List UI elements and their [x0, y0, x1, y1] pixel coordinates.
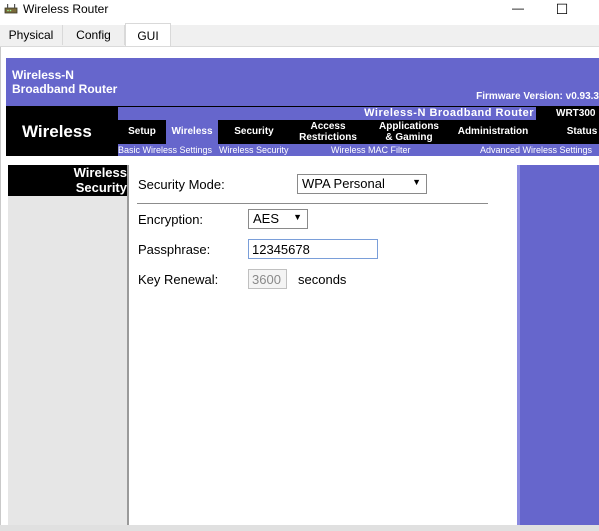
- left-panel-title-line2: Security: [75, 180, 127, 195]
- product-name: Wireless-N Broadband Router: [364, 107, 534, 119]
- chevron-down-icon: ▼: [293, 212, 302, 222]
- right-panel-border: [517, 165, 520, 531]
- menu-administration[interactable]: Administration: [452, 120, 534, 144]
- menu-access-line1: Access: [310, 121, 346, 132]
- right-panel: [517, 165, 599, 531]
- brand-line2: Broadband Router: [12, 82, 118, 96]
- sub-nav: Basic Wireless Settings Wireless Securit…: [118, 144, 599, 156]
- product-strip: Wireless-N Broadband Router: [118, 107, 536, 120]
- passphrase-input[interactable]: 12345678: [248, 239, 378, 259]
- security-mode-select[interactable]: WPA Personal ▼: [297, 174, 427, 194]
- left-panel: Wireless Security: [8, 165, 128, 531]
- left-panel-header: Wireless Security: [8, 165, 128, 196]
- window-title: Wireless Router: [23, 2, 109, 16]
- tab-config[interactable]: Config: [63, 25, 125, 45]
- encryption-label: Encryption:: [138, 212, 204, 227]
- menu-status[interactable]: Status: [562, 120, 599, 144]
- chevron-down-icon: ▼: [412, 177, 421, 187]
- tab-gui[interactable]: GUI: [125, 23, 171, 46]
- subnav-basic-wireless-settings[interactable]: Basic Wireless Settings: [118, 144, 212, 156]
- tab-physical[interactable]: Physical: [0, 25, 63, 45]
- main-nav: Wireless Wireless-N Broadband Router WRT…: [6, 106, 599, 156]
- key-renewal-label: Key Renewal:: [138, 272, 219, 287]
- menu-apps-line1: Applications: [378, 121, 439, 132]
- maximize-icon[interactable]: ☐: [555, 1, 569, 17]
- passphrase-label: Passphrase:: [138, 242, 211, 257]
- encryption-value: AES: [253, 211, 280, 226]
- left-panel-title: Wireless Security: [74, 165, 127, 195]
- key-renewal-unit: seconds: [298, 272, 347, 287]
- menu-applications-gaming[interactable]: Applications & Gaming: [372, 120, 446, 145]
- model-label: WRT300: [556, 108, 596, 119]
- bottom-scrollbar[interactable]: [0, 525, 599, 531]
- subnav-wireless-security[interactable]: Wireless Security: [219, 144, 289, 156]
- window-titlebar: Wireless Router — ☐: [0, 0, 599, 20]
- menu-setup[interactable]: Setup: [120, 120, 164, 144]
- menu-wireless[interactable]: Wireless: [166, 120, 218, 144]
- menu-access-line2: Restrictions: [299, 132, 357, 143]
- menu-apps-line2: & Gaming: [385, 132, 433, 143]
- router-icon: [4, 4, 18, 14]
- firmware-version: Firmware Version: v0.93.3: [476, 91, 599, 102]
- section-title: Wireless: [22, 122, 92, 141]
- left-panel-border: [127, 165, 129, 531]
- encryption-select[interactable]: AES ▼: [248, 209, 308, 229]
- brand-bar: Wireless-N Broadband Router Firmware Ver…: [6, 58, 599, 106]
- device-tabs: Physical Config GUI: [0, 23, 599, 47]
- form-divider: [137, 203, 488, 204]
- security-mode-label: Security Mode:: [138, 177, 225, 192]
- security-mode-value: WPA Personal: [302, 176, 385, 191]
- left-panel-title-line1: Wireless: [73, 165, 127, 180]
- subnav-wireless-mac-filter[interactable]: Wireless MAC Filter: [331, 144, 411, 156]
- menu-security[interactable]: Security: [222, 120, 286, 144]
- menu-access-restrictions[interactable]: Access Restrictions: [292, 120, 364, 145]
- header-gap: [6, 156, 599, 165]
- brand-line1: Wireless-N: [12, 68, 74, 82]
- key-renewal-input: 3600: [248, 269, 287, 289]
- minimize-icon[interactable]: —: [512, 1, 524, 17]
- subnav-advanced-wireless-settings[interactable]: Advanced Wireless Settings: [480, 144, 592, 156]
